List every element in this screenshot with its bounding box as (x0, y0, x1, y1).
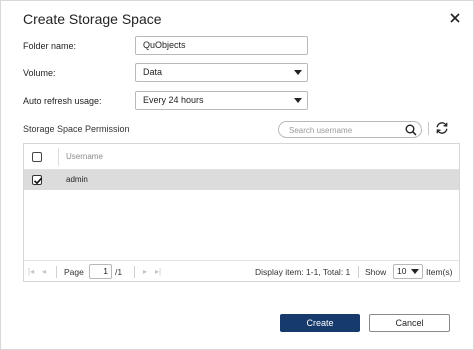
volume-select[interactable]: Data (135, 63, 308, 82)
auto-refresh-select[interactable]: Every 24 hours (135, 91, 308, 110)
search-input[interactable] (289, 124, 399, 136)
create-storage-space-dialog: Create Storage Space Folder name: QuObje… (0, 0, 474, 350)
row-checkbox[interactable] (32, 175, 43, 185)
chevron-down-icon (294, 98, 302, 103)
page-number-input[interactable]: 1 (89, 264, 112, 279)
permission-section-label: Storage Space Permission (23, 124, 130, 134)
pagination-bar: |◂ ◂ Page 1 /1 ▸ ▸| Display item: 1-1, T… (24, 260, 459, 282)
volume-select-value: Data (143, 67, 163, 77)
cancel-button[interactable]: Cancel (369, 314, 450, 332)
column-header-username: Username (66, 152, 103, 161)
permission-table: Username admin |◂ ◂ Page 1 /1 ▸ ▸| Displ… (23, 143, 460, 282)
folder-name-label: Folder name: (23, 41, 77, 51)
username-cell: admin (66, 175, 88, 184)
select-all-checkbox[interactable] (32, 152, 42, 162)
chevron-down-icon (411, 269, 419, 274)
first-page-button[interactable]: |◂ (28, 267, 34, 276)
search-box[interactable] (278, 121, 422, 138)
page-size-select[interactable]: 10 (393, 264, 423, 279)
chevron-down-icon (294, 70, 302, 75)
auto-refresh-label: Auto refresh usage: (23, 96, 102, 106)
volume-label: Volume: (23, 68, 56, 78)
toolbar-divider (428, 122, 429, 135)
close-icon[interactable] (448, 11, 462, 25)
create-button[interactable]: Create (280, 314, 360, 332)
pager-divider (134, 266, 135, 278)
folder-name-input[interactable]: QuObjects (135, 36, 308, 55)
refresh-icon[interactable] (435, 121, 449, 135)
column-divider (58, 148, 59, 166)
dialog-title: Create Storage Space (23, 11, 162, 27)
page-label: Page (64, 267, 84, 277)
table-header: Username (24, 144, 459, 170)
last-page-button[interactable]: ▸| (155, 267, 161, 276)
auto-refresh-select-value: Every 24 hours (143, 95, 204, 105)
page-total: /1 (115, 267, 123, 277)
table-row[interactable]: admin (24, 170, 459, 190)
next-page-button[interactable]: ▸ (143, 267, 147, 276)
pager-divider (56, 266, 57, 278)
search-icon[interactable] (405, 124, 417, 136)
display-item-text: Display item: 1-1, Total: 1 (255, 267, 351, 277)
pager-divider (358, 266, 359, 278)
prev-page-button[interactable]: ◂ (42, 267, 46, 276)
page-size-value: 10 (397, 266, 407, 276)
show-label: Show (365, 267, 387, 277)
items-label: Item(s) (426, 267, 453, 277)
